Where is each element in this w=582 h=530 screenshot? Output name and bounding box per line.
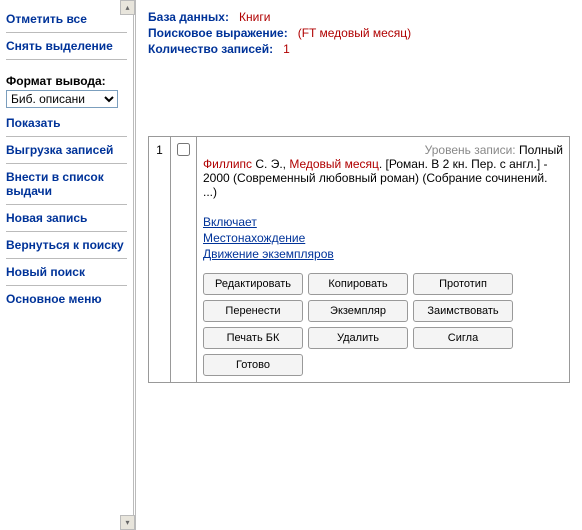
format-select[interactable]: Биб. описани	[6, 90, 118, 108]
level-label: Уровень записи:	[425, 143, 516, 157]
record-title: Медовый месяц	[289, 157, 379, 171]
new-record-link[interactable]: Новая запись	[6, 204, 127, 231]
count-value: 1	[283, 42, 290, 56]
expr-value: (FT медовый месяц)	[298, 26, 411, 40]
export-link[interactable]: Выгрузка записей	[6, 136, 127, 163]
proto-button[interactable]: Прототип	[413, 273, 513, 295]
clear-selection-link[interactable]: Снять выделение	[6, 32, 127, 59]
count-label: Количество записей:	[148, 42, 273, 56]
show-link[interactable]: Показать	[6, 110, 127, 136]
scroll-down-icon[interactable]: ▾	[120, 515, 135, 530]
db-label: База данных:	[148, 10, 229, 24]
borrow-button[interactable]: Заимствовать	[413, 300, 513, 322]
sigla-button[interactable]: Сигла	[413, 327, 513, 349]
copy-button[interactable]: Копировать	[308, 273, 408, 295]
format-label: Формат вывода:	[6, 59, 127, 88]
scroll-up-icon[interactable]: ▴	[120, 0, 135, 15]
db-value: Книги	[239, 10, 270, 24]
main-menu-link[interactable]: Основное меню	[6, 285, 127, 312]
row-checkbox[interactable]	[177, 143, 190, 156]
level-value: Полный	[519, 143, 563, 157]
sidebar: Отметить все Снять выделение Формат выво…	[0, 0, 136, 530]
expr-label: Поисковое выражение:	[148, 26, 288, 40]
move-button[interactable]: Перенести	[203, 300, 303, 322]
print-button[interactable]: Печать БК	[203, 327, 303, 349]
location-link[interactable]: Местонахождение	[203, 231, 305, 245]
done-button[interactable]: Готово	[203, 354, 303, 376]
delete-button[interactable]: Удалить	[308, 327, 408, 349]
results-table: 1 Уровень записи: Полный Филлипс С. Э., …	[148, 136, 570, 383]
table-row: 1 Уровень записи: Полный Филлипс С. Э., …	[149, 137, 570, 383]
add-to-list-link[interactable]: Внести в список выдачи	[6, 163, 127, 204]
record-description: Филлипс С. Э., Медовый месяц. [Роман. В …	[203, 157, 563, 199]
main-content: База данных: Книги Поисковое выражение: …	[136, 0, 582, 530]
instance-button[interactable]: Экземпляр	[308, 300, 408, 322]
movement-link[interactable]: Движение экземпляров	[203, 247, 334, 261]
edit-button[interactable]: Редактировать	[203, 273, 303, 295]
button-grid: Редактировать Копировать Прототип Перене…	[203, 273, 563, 376]
includes-link[interactable]: Включает	[203, 215, 257, 229]
mark-all-link[interactable]: Отметить все	[6, 6, 127, 32]
record-cell: Уровень записи: Полный Филлипс С. Э., Ме…	[197, 137, 570, 383]
back-to-search-link[interactable]: Вернуться к поиску	[6, 231, 127, 258]
row-number: 1	[149, 137, 171, 383]
record-author: Филлипс	[203, 157, 252, 171]
new-search-link[interactable]: Новый поиск	[6, 258, 127, 285]
